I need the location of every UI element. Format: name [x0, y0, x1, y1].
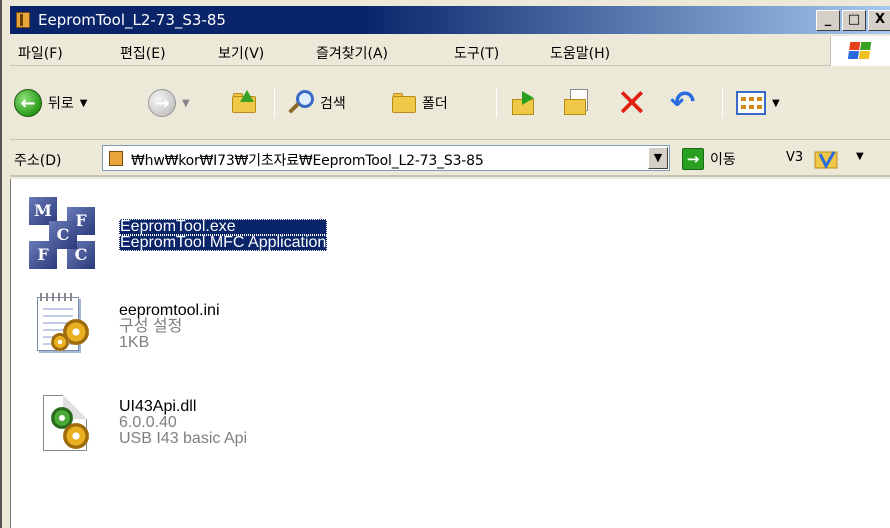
file-type: 구성 설정: [119, 318, 183, 335]
windows-logo: [830, 36, 890, 66]
undo-icon: ↶: [670, 85, 696, 120]
folders-button[interactable]: 폴더: [392, 86, 448, 120]
menu-help[interactable]: 도움말(H): [550, 43, 610, 63]
address-input[interactable]: ₩hw₩kor₩I73₩기초자료₩EepromTool_L2-73_S3-85 …: [102, 145, 670, 171]
go-button[interactable]: → 이동: [682, 148, 736, 170]
v3-dropdown-icon[interactable]: ▼: [856, 151, 864, 162]
go-arrow-icon: →: [682, 148, 704, 170]
config-settings-icon: [29, 289, 105, 365]
file-description: USB I43 basic Api: [119, 430, 248, 447]
delete-icon: ✕: [616, 81, 648, 125]
folders-icon: [392, 93, 416, 113]
forward-dropdown-icon[interactable]: ▼: [182, 98, 190, 109]
maximize-button[interactable]: □: [842, 10, 866, 31]
file-version: 6.0.0.40: [119, 414, 177, 431]
menu-view[interactable]: 보기(V): [218, 43, 264, 63]
views-icon: [736, 91, 766, 115]
back-label: 뒤로: [48, 96, 74, 112]
minimize-button[interactable]: _: [816, 10, 840, 31]
back-arrow-icon: ←: [14, 89, 42, 117]
standard-toolbar: ← 뒤로 ▼ → ▼ 검색 폴더 ✕ ↶ ▼: [10, 68, 890, 140]
undo-button[interactable]: ↶: [670, 86, 695, 120]
v3-antivirus-button[interactable]: [814, 148, 840, 170]
file-name: EepromTool.exe: [119, 219, 328, 235]
folder-icon: [16, 12, 30, 28]
toolbar-separator: [496, 88, 497, 118]
back-button[interactable]: ← 뒤로 ▼: [14, 86, 87, 120]
search-icon: [288, 90, 314, 116]
address-path: ₩hw₩kor₩I73₩기초자료₩EepromTool_L2-73_S3-85: [131, 153, 484, 169]
address-label: 주소(D): [14, 153, 62, 169]
file-name: UI43Api.dll: [119, 398, 197, 415]
forward-arrow-icon: →: [148, 89, 176, 117]
file-item-eepromtool-exe[interactable]: M F F C C EepromTool.exe EepromTool MFC …: [29, 197, 328, 273]
move-to-button[interactable]: [510, 86, 540, 120]
address-dropdown-button[interactable]: ▼: [648, 147, 668, 169]
close-button[interactable]: X: [868, 10, 890, 31]
views-dropdown-icon[interactable]: ▼: [772, 98, 780, 109]
folder-icon: [109, 151, 123, 166]
v3-label: V3: [786, 150, 804, 165]
menu-tools[interactable]: 도구(T): [454, 43, 499, 63]
menu-file[interactable]: 파일(F): [18, 43, 63, 63]
file-description: EepromTool MFC Application: [119, 234, 328, 251]
window-controls: _ □ X: [816, 10, 890, 31]
address-bar: 주소(D) ₩hw₩kor₩I73₩기초자료₩EepromTool_L2-73_…: [10, 141, 890, 177]
dll-file-icon: [29, 385, 105, 461]
search-label: 검색: [320, 96, 346, 112]
go-label: 이동: [710, 152, 736, 168]
up-folder-button[interactable]: [232, 86, 256, 120]
move-to-icon: [510, 89, 540, 117]
file-list: M F F C C EepromTool.exe EepromTool MFC …: [10, 179, 890, 528]
folders-label: 폴더: [422, 96, 448, 112]
file-item-ui43api-dll[interactable]: UI43Api.dll 6.0.0.40 USB I43 basic Api: [29, 385, 247, 461]
copy-to-button[interactable]: [562, 86, 592, 120]
back-dropdown-icon[interactable]: ▼: [80, 98, 88, 109]
file-name: eepromtool.ini: [119, 302, 220, 319]
search-button[interactable]: 검색: [288, 86, 346, 120]
delete-button[interactable]: ✕: [616, 81, 648, 125]
explorer-window: EepromTool_L2-73_S3-85 _ □ X 파일(F) 편집(E)…: [0, 0, 890, 528]
views-button[interactable]: ▼: [736, 86, 780, 120]
toolbar-separator: [722, 88, 723, 118]
forward-button[interactable]: → ▼: [148, 86, 190, 120]
windows-flag-icon: [847, 42, 873, 60]
toolbar-separator: [274, 88, 275, 118]
file-item-eepromtool-ini[interactable]: eepromtool.ini 구성 설정 1KB: [29, 289, 220, 365]
menu-bar: 파일(F) 편집(E) 보기(V) 즐겨찾기(A) 도구(T) 도움말(H): [10, 36, 890, 66]
mfc-application-icon: M F F C C: [29, 197, 105, 273]
title-bar[interactable]: EepromTool_L2-73_S3-85 _ □ X: [10, 6, 890, 34]
copy-to-icon: [562, 89, 592, 117]
menu-favorites[interactable]: 즐겨찾기(A): [316, 43, 388, 63]
up-folder-icon: [232, 90, 256, 113]
window-title: EepromTool_L2-73_S3-85: [38, 11, 226, 29]
v3-icon: [814, 151, 838, 170]
menu-edit[interactable]: 편집(E): [120, 43, 166, 63]
file-size: 1KB: [119, 334, 150, 351]
